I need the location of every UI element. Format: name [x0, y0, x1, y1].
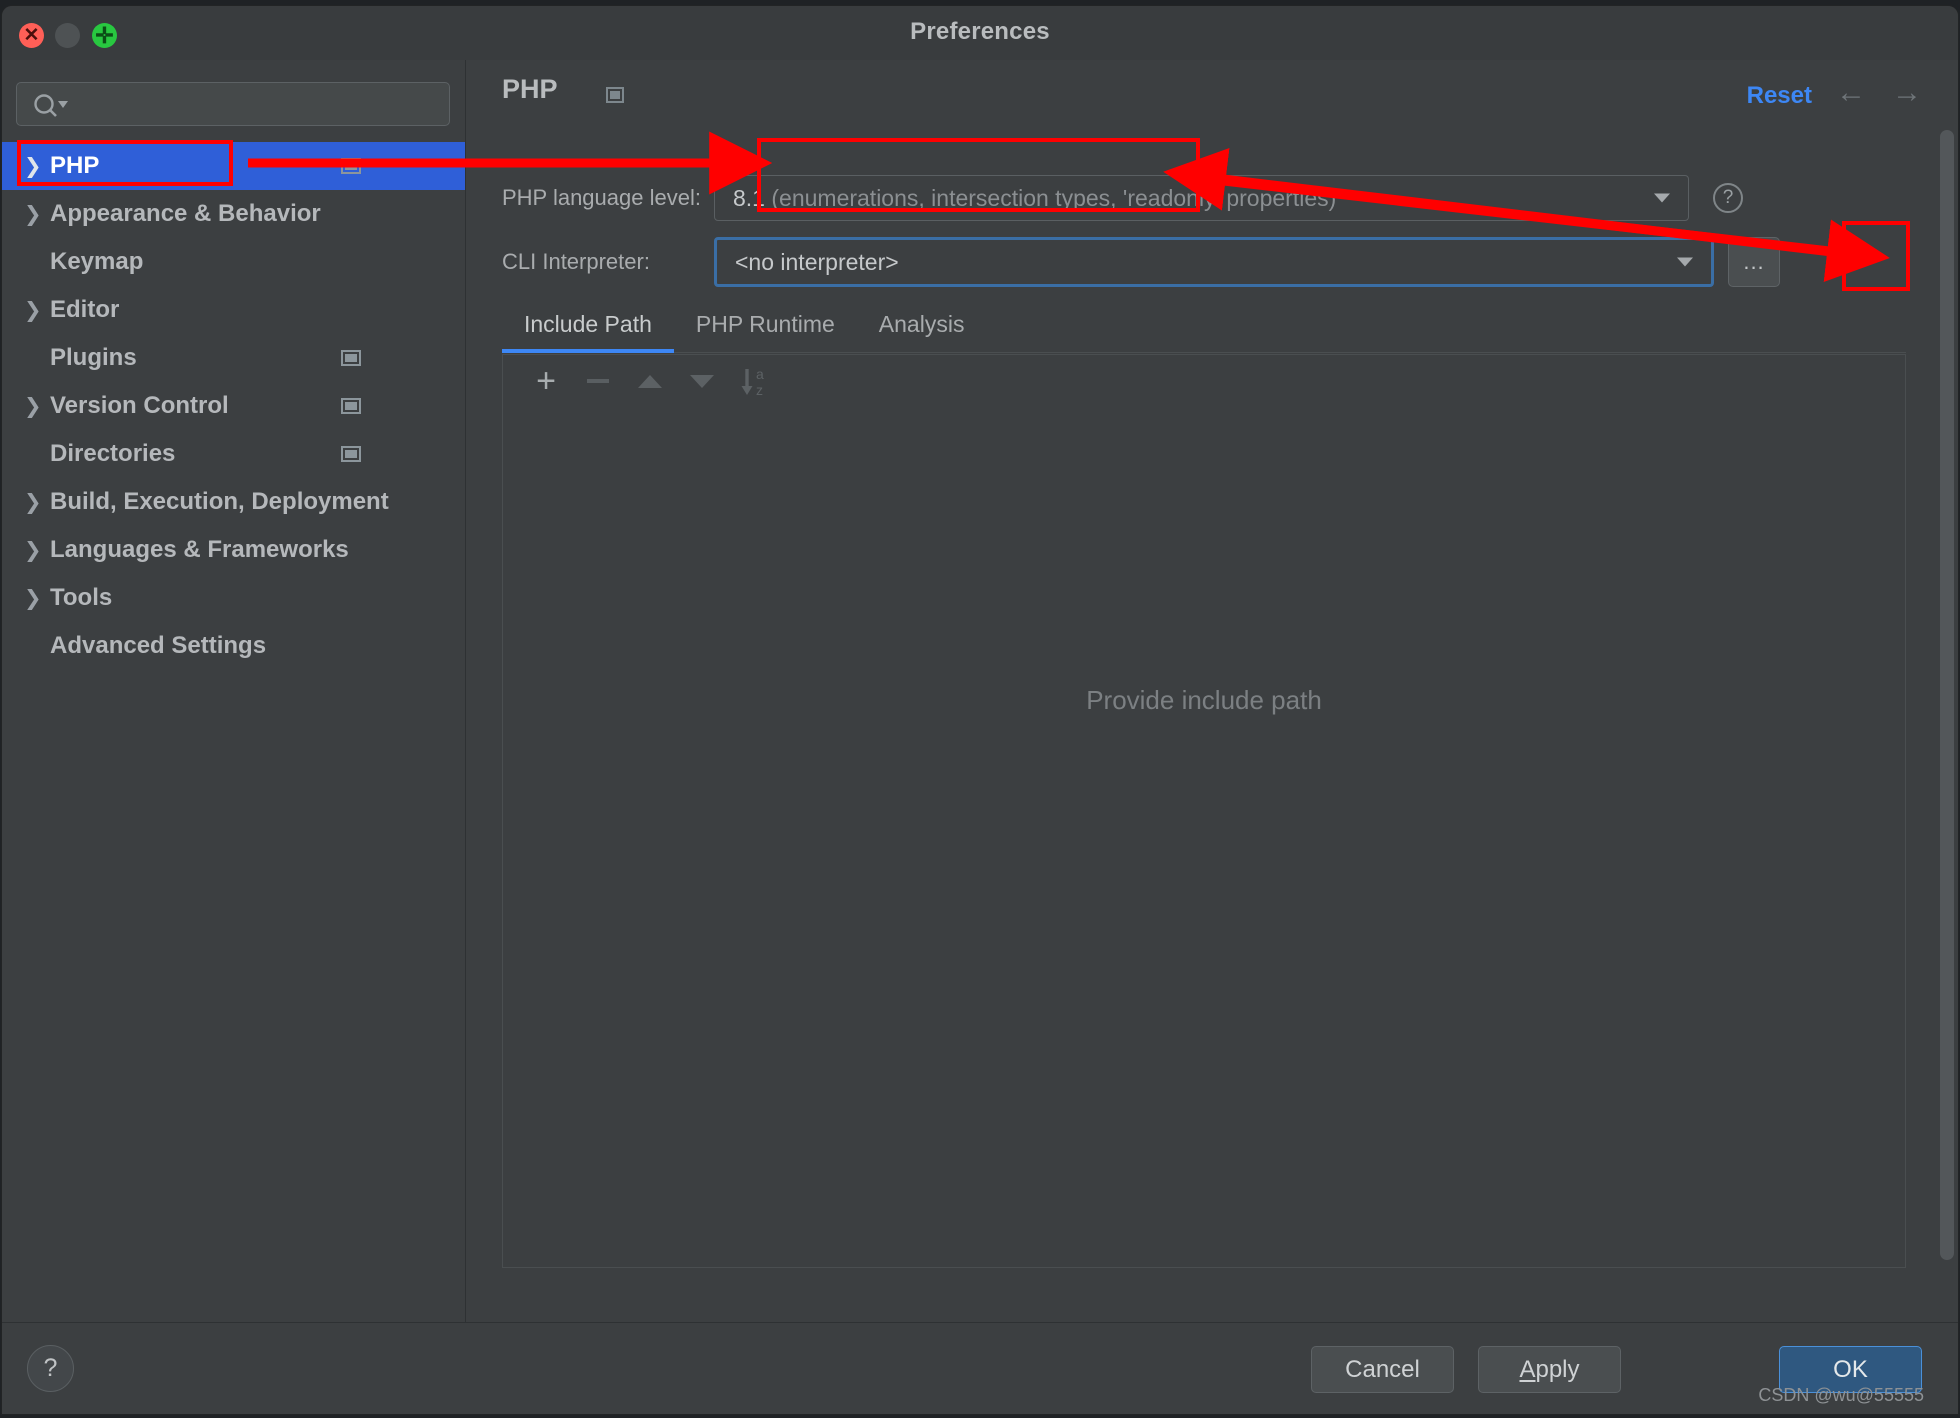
annotation-arrow-language-to-browse	[1215, 180, 1838, 252]
annotation-arrows	[0, 0, 1960, 1418]
preferences-screen: ✕ ✛ Preferences	[0, 0, 1960, 1418]
